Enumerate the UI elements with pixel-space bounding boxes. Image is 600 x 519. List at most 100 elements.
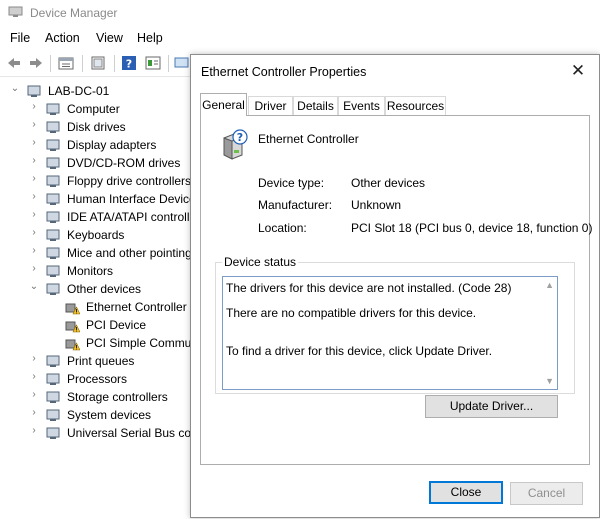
tree-item[interactable]: › Display adapters — [0, 136, 190, 154]
location-value: PCI Slot 18 (PCI bus 0, device 18, funct… — [351, 221, 593, 235]
other-devices-icon — [46, 283, 60, 295]
device-manager-title: Device Manager — [30, 6, 118, 20]
tree-item[interactable]: PCI Simple Commun — [0, 334, 198, 352]
manufacturer-label: Manufacturer: — [258, 198, 333, 212]
tree-item[interactable]: › Processors — [0, 370, 190, 388]
expand-chevron-icon[interactable]: › — [29, 245, 39, 256]
expand-chevron-icon[interactable]: › — [29, 263, 39, 274]
tree-item-label: Ethernet Controller — [86, 300, 187, 314]
tree-item-label: Mice and other pointing — [67, 246, 192, 260]
tree-item[interactable]: PCI Device — [0, 316, 190, 334]
tab-driver[interactable]: Driver — [248, 96, 293, 115]
tab-events[interactable]: Events — [338, 96, 385, 115]
expand-chevron-icon[interactable]: › — [29, 101, 39, 112]
tree-item-label: Monitors — [67, 264, 114, 278]
tree-item[interactable]: › Monitors — [0, 262, 190, 280]
properties-icon[interactable] — [58, 55, 74, 71]
storage-controller-icon — [46, 391, 60, 403]
tree-item[interactable]: › Print queues — [0, 352, 190, 370]
location-label: Location: — [258, 221, 307, 235]
collapse-chevron-icon[interactable]: ⌄ — [29, 281, 39, 292]
expand-chevron-icon[interactable]: › — [29, 119, 39, 130]
menu-view[interactable]: View — [96, 31, 123, 45]
disk-drive-icon — [46, 121, 60, 133]
general-tab-panel: ? Ethernet Controller Device type: Other… — [200, 115, 593, 465]
system-devices-icon — [46, 409, 60, 421]
expand-chevron-icon[interactable]: › — [29, 371, 39, 382]
tab-resources[interactable]: Resources — [385, 96, 446, 115]
keyboard-icon — [46, 229, 60, 241]
status-line: The drivers for this device are not inst… — [226, 281, 512, 295]
expand-chevron-icon[interactable]: › — [29, 191, 39, 202]
tree-item[interactable]: › Disk drives — [0, 118, 190, 136]
scan-hardware-icon[interactable] — [174, 55, 190, 71]
close-icon[interactable]: ✕ — [565, 59, 591, 83]
tree-item[interactable]: › IDE ATA/ATAPI controlle — [0, 208, 196, 226]
tree-item[interactable]: › Computer — [0, 100, 190, 118]
usb-icon — [46, 427, 60, 439]
tree-item[interactable]: › Floppy drive controllers — [0, 172, 192, 190]
expand-chevron-icon[interactable]: › — [29, 173, 39, 184]
toolbar-separator — [82, 55, 83, 72]
scroll-down-icon[interactable]: ▼ — [545, 376, 554, 386]
tree-item[interactable]: › Keyboards — [0, 226, 190, 244]
tab-details[interactable]: Details — [293, 96, 338, 115]
expand-chevron-icon[interactable]: › — [29, 209, 39, 220]
device-type-label: Device type: — [258, 176, 325, 190]
tree-item-label: Storage controllers — [67, 390, 168, 404]
update-driver-button[interactable]: Update Driver... — [425, 395, 558, 418]
mouse-icon — [46, 247, 60, 259]
tree-item-label: Universal Serial Bus cont — [67, 426, 202, 440]
computer-icon — [46, 103, 60, 115]
tree-item-label: Display adapters — [67, 138, 157, 152]
tree-item[interactable]: › System devices — [0, 406, 190, 424]
expand-chevron-icon[interactable]: › — [29, 227, 39, 238]
floppy-controller-icon — [46, 175, 60, 187]
tree-item[interactable]: › Storage controllers — [0, 388, 190, 406]
tree-item[interactable]: › Mice and other pointing — [0, 244, 192, 262]
cancel-button[interactable]: Cancel — [510, 482, 583, 505]
toolbar-separator — [168, 55, 169, 72]
expand-chevron-icon[interactable]: › — [29, 389, 39, 400]
back-arrow-icon[interactable] — [6, 55, 22, 71]
show-hidden-icon[interactable] — [90, 55, 106, 71]
close-button[interactable]: Close — [429, 481, 503, 504]
menu-file[interactable]: File — [10, 31, 30, 45]
help-icon[interactable]: ? — [121, 55, 137, 71]
tree-item-label: Computer — [67, 102, 120, 116]
tree-item-label: Other devices — [67, 282, 142, 296]
menu-help[interactable]: Help — [137, 31, 163, 45]
processor-icon — [46, 373, 60, 385]
tab-general[interactable]: General — [200, 93, 247, 116]
toolbar-separator — [114, 55, 115, 72]
scroll-up-icon[interactable]: ▲ — [545, 280, 554, 290]
tree-item[interactable]: › Universal Serial Bus cont — [0, 424, 201, 442]
collapse-chevron-icon[interactable]: ⌄ — [10, 83, 20, 94]
status-line: To find a driver for this device, click … — [226, 344, 493, 358]
properties-dialog: Ethernet Controller Properties ✕ General… — [190, 54, 600, 518]
printer-icon — [46, 355, 60, 367]
tree-item-label: Disk drives — [67, 120, 126, 134]
expand-chevron-icon[interactable]: › — [29, 155, 39, 166]
view-icon[interactable] — [145, 55, 161, 71]
display-adapter-icon — [46, 139, 60, 151]
tree-item-label: Floppy drive controllers — [67, 174, 192, 188]
forward-arrow-icon[interactable] — [28, 55, 44, 71]
device-status-textbox[interactable]: The drivers for this device are not inst… — [222, 276, 558, 390]
tree-item[interactable]: Ethernet Controller — [0, 298, 190, 316]
tree-root[interactable]: ⌄ LAB-DC-01 — [0, 82, 190, 100]
menu-action[interactable]: Action — [45, 31, 80, 45]
warning-device-icon — [65, 321, 80, 333]
tree-item[interactable]: › DVD/CD-ROM drives — [0, 154, 190, 172]
warning-device-icon — [65, 339, 80, 351]
expand-chevron-icon[interactable]: › — [29, 353, 39, 364]
expand-chevron-icon[interactable]: › — [29, 425, 39, 436]
expand-chevron-icon[interactable]: › — [29, 407, 39, 418]
dialog-title: Ethernet Controller Properties — [201, 65, 367, 79]
expand-chevron-icon[interactable]: › — [29, 137, 39, 148]
device-type-value: Other devices — [351, 176, 426, 190]
tree-item-label: PCI Device — [86, 318, 147, 332]
tree-item[interactable]: › Human Interface Device — [0, 190, 195, 208]
tree-item[interactable]: ⌄ Other devices — [0, 280, 190, 298]
warning-device-icon — [65, 303, 80, 315]
